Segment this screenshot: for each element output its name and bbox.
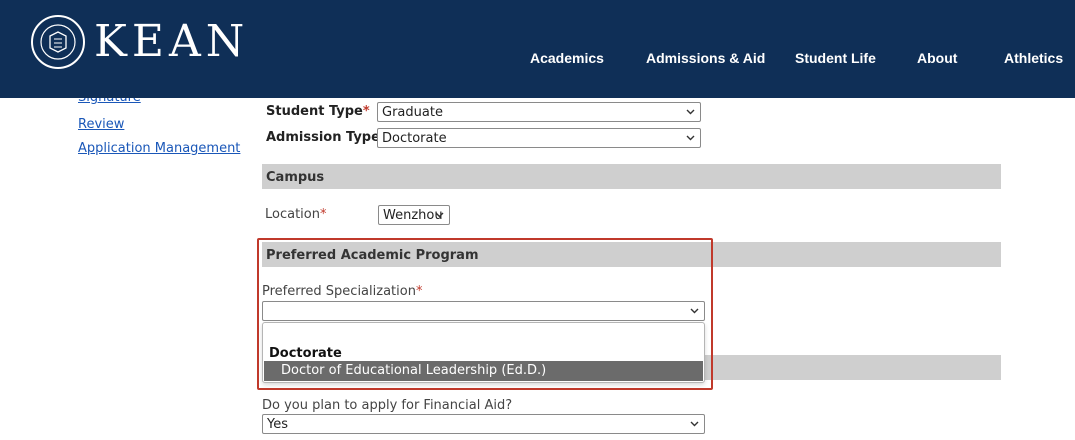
location-label-text: Location (265, 207, 320, 222)
nav-athletics[interactable]: Athletics (1004, 50, 1063, 66)
student-type-label-text: Student Type (266, 104, 363, 119)
student-type-label: Student Type* (266, 104, 370, 119)
student-type-value: Graduate (382, 105, 443, 120)
financial-aid-label: Do you plan to apply for Financial Aid? (262, 398, 513, 413)
application-page: Signature Review Application Management … (0, 0, 1075, 440)
location-value: Wenzhou (383, 208, 443, 223)
nav-student-life[interactable]: Student Life (795, 50, 876, 66)
admission-type-select[interactable]: Doctorate (377, 128, 701, 148)
financial-aid-value: Yes (267, 417, 288, 432)
campus-section-title: Campus (266, 170, 325, 185)
university-seal-icon[interactable] (30, 14, 86, 70)
site-header: KEAN Academics Admissions & Aid Student … (0, 0, 1075, 98)
chevron-down-icon (690, 416, 699, 432)
admission-type-value: Doctorate (382, 131, 447, 146)
highlight-box (257, 238, 713, 390)
sidebar-item-review[interactable]: Review (78, 117, 124, 132)
chevron-down-icon (435, 207, 444, 223)
required-mark: * (362, 104, 370, 119)
nav-about[interactable]: About (917, 50, 957, 66)
nav-admissions-aid[interactable]: Admissions & Aid (646, 50, 765, 66)
location-select[interactable]: Wenzhou (378, 205, 450, 225)
admission-type-label: Admission Type* (266, 130, 387, 145)
admission-type-label-text: Admission Type (266, 130, 380, 145)
financial-aid-select[interactable]: Yes (262, 414, 705, 434)
required-mark: * (319, 207, 327, 222)
nav-academics[interactable]: Academics (530, 50, 604, 66)
location-label: Location* (265, 207, 326, 222)
sidebar-item-application-management[interactable]: Application Management (78, 141, 240, 156)
chevron-down-icon (686, 130, 695, 146)
campus-section-bar (262, 164, 1001, 189)
brand-wordmark[interactable]: KEAN (94, 16, 249, 67)
chevron-down-icon (686, 104, 695, 120)
student-type-select[interactable]: Graduate (377, 102, 701, 122)
